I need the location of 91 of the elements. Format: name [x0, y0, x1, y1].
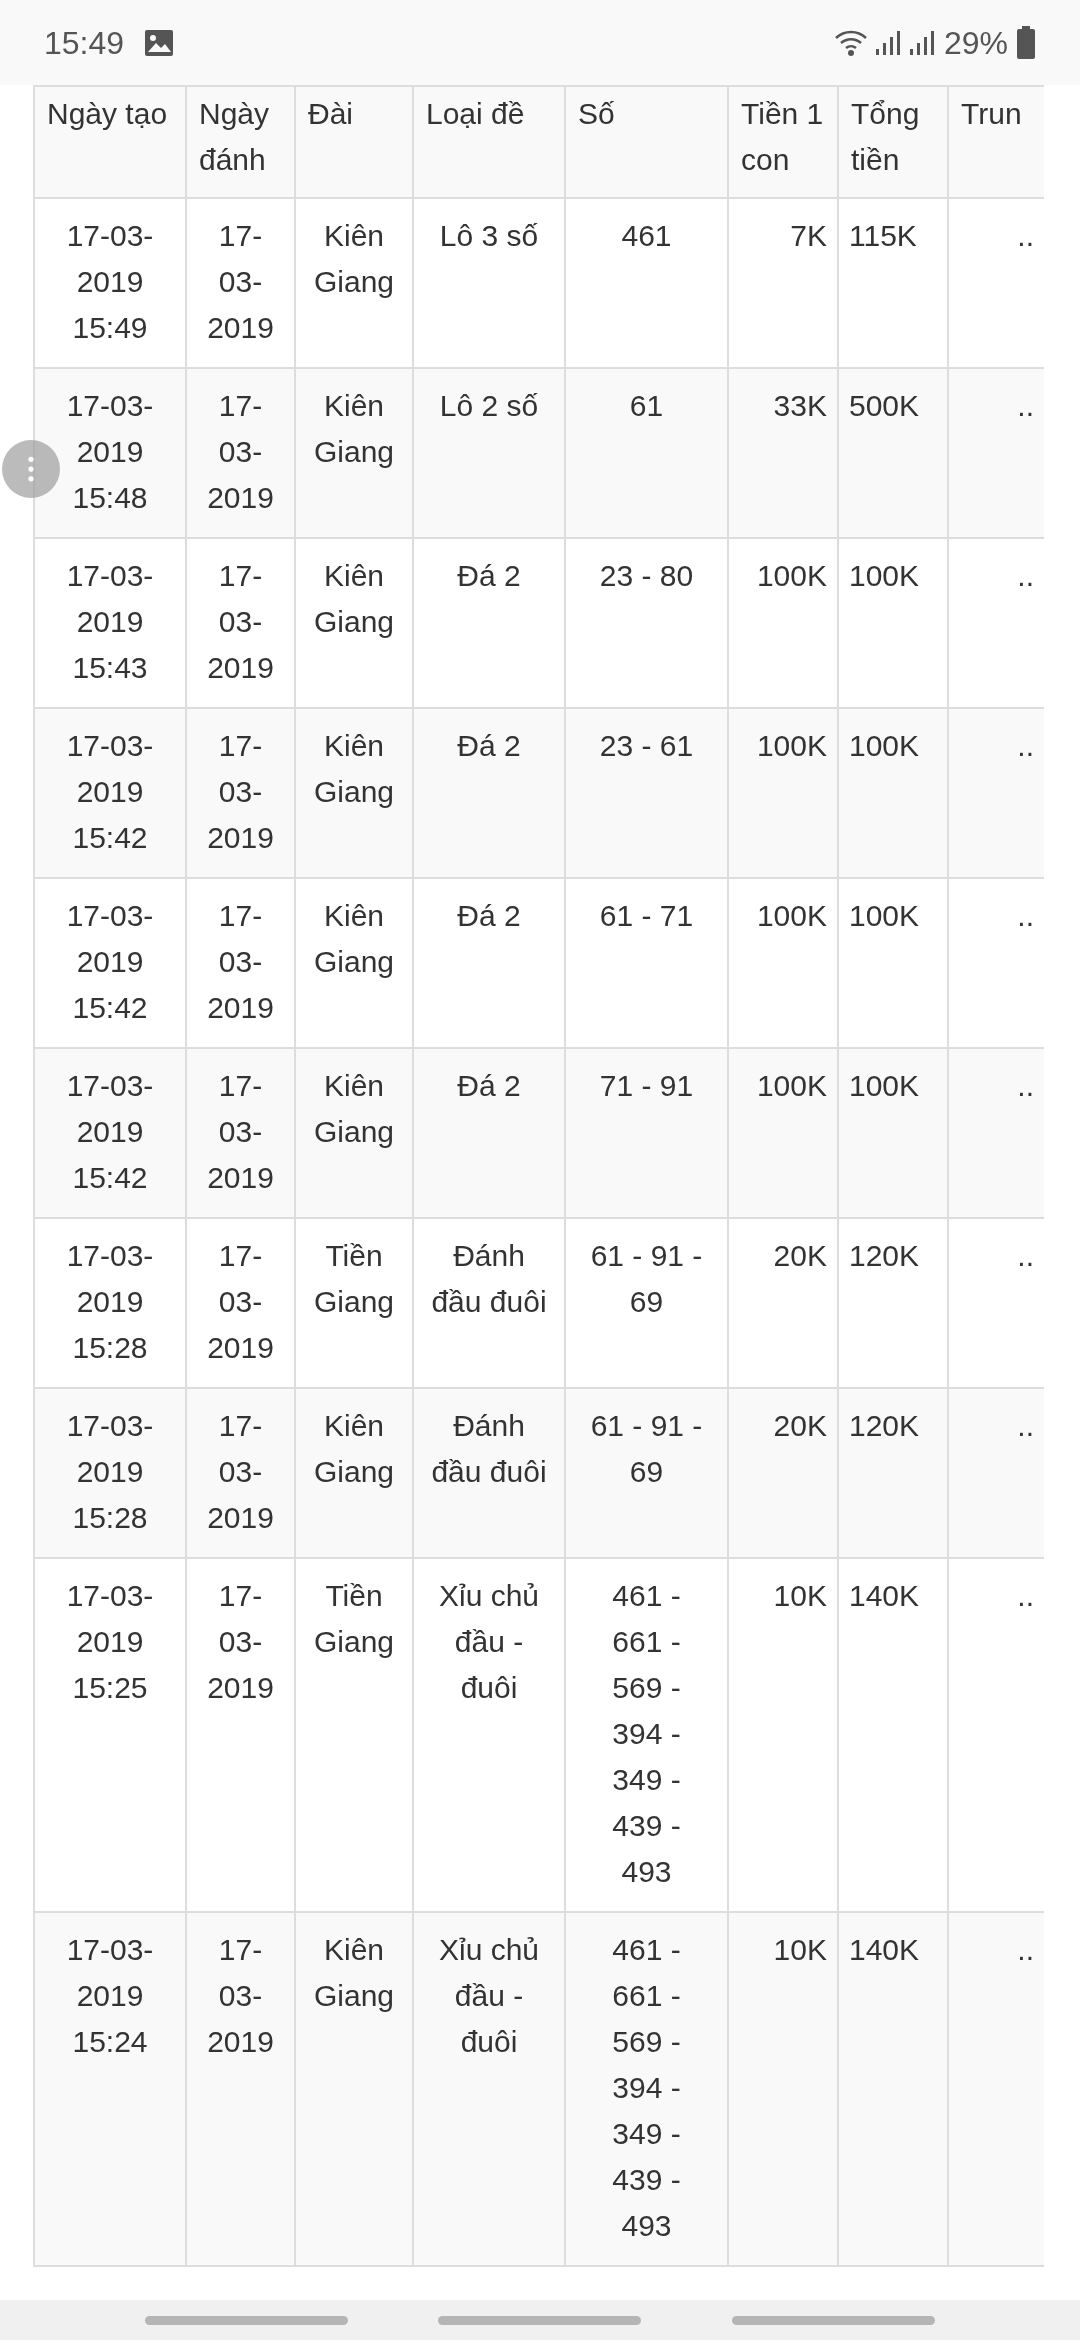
image-icon — [144, 28, 175, 57]
table-cell-text: 17-03-2019 15:28 — [65, 1408, 155, 1536]
table-cell-text: 61 - 71 — [598, 898, 695, 934]
table-cell-text: .. — [1016, 1408, 1034, 1444]
column-header: Ngày tạo — [34, 86, 186, 198]
table-cell-text: 17-03-2019 — [206, 1578, 275, 1706]
table-cell-text: 7K — [789, 218, 827, 254]
table-cell-text: .. — [1016, 1578, 1034, 1614]
table-cell-text: 100K — [849, 1068, 921, 1104]
table-cell-text: Đá 2 — [456, 1068, 522, 1104]
table-cell-text: 140K — [849, 1578, 921, 1614]
status-time: 15:49 — [44, 23, 125, 63]
table-cell-text: 17-03-2019 15:42 — [65, 898, 155, 1026]
table-cell-text: 61 - 91 - 69 — [589, 1238, 704, 1320]
table-cell-text: 140K — [849, 1932, 921, 1968]
table-cell-text: 115K — [849, 218, 918, 254]
table-cell-text: .. — [1016, 388, 1034, 424]
battery-percent: 29% — [943, 23, 1008, 63]
table-cell-text: Kiên Giang — [312, 1068, 396, 1150]
nav-handle[interactable] — [145, 2315, 349, 2325]
table-cell-text: 17-03-2019 — [206, 898, 275, 1026]
table-cell-text: 17-03-2019 15:42 — [65, 728, 155, 856]
table-cell-text: .. — [1016, 728, 1034, 764]
table-cell-text: Kiên Giang — [312, 558, 396, 640]
table-cell-text: 20K — [772, 1408, 827, 1444]
table-cell-text: 17-03-2019 15:43 — [65, 558, 155, 686]
table-cell-text: 17-03-2019 — [206, 1932, 275, 2060]
table-cell-text: 500K — [849, 388, 921, 424]
table-cell-text: Đánh đầu đuôi — [430, 1238, 548, 1320]
table-cell-text: Kiên Giang — [312, 1408, 396, 1490]
table-cell-text: Lô 3 số — [438, 218, 540, 254]
table-cell-text: Kiên Giang — [312, 1932, 396, 2014]
table-cell-text: 61 - 91 - 69 — [589, 1408, 704, 1490]
table-cell-text: Đá 2 — [456, 898, 522, 934]
table-cell-text: Đá 2 — [456, 558, 522, 594]
table-cell-text: .. — [1016, 1238, 1034, 1274]
table-cell-text: 461 — [620, 218, 673, 254]
table-cell-text: 10K — [772, 1932, 827, 1968]
table-cell-text: 23 - 61 — [598, 728, 695, 764]
table-cell-text: .. — [1016, 558, 1034, 594]
table-cell-text: Kiên Giang — [312, 218, 396, 300]
table-cell-text: Kiên Giang — [312, 728, 396, 810]
table-cell-text: 71 - 91 — [598, 1068, 695, 1104]
table-cell-text: Đá 2 — [456, 728, 522, 764]
table-cell-text: 17-03-2019 — [206, 388, 275, 516]
table-cell-text: .. — [1016, 898, 1034, 934]
table-cell-text: Kiên Giang — [312, 388, 396, 470]
table-cell-text: 120K — [849, 1408, 921, 1444]
signal-icon — [907, 28, 936, 57]
more-icon — [28, 456, 34, 482]
table-cell-text: 33K — [772, 388, 827, 424]
table-cell-text: 17-03-2019 — [206, 1068, 275, 1196]
table-cell-text: 17-03-2019 15:42 — [65, 1068, 155, 1196]
table-cell-text: 17-03-2019 — [206, 558, 275, 686]
table-cell-text: 10K — [772, 1578, 827, 1614]
table-cell-text: 461 - 661 - 569 - 394 - 349 - 439 - 493 — [611, 1578, 682, 1890]
table-cell-text: Kiên Giang — [312, 898, 396, 980]
table-cell-text: Lô 2 số — [438, 388, 540, 424]
table-cell-text: 461 - 661 - 569 - 394 - 349 - 439 - 493 — [611, 1932, 682, 2244]
table-cell-text: Tiền Giang — [312, 1578, 396, 1660]
table-cell-text: 17-03-2019 15:28 — [65, 1238, 155, 1366]
table-cell-text: 100K — [849, 898, 921, 934]
table-cell-text: 17-03-2019 — [206, 1238, 275, 1366]
table-cell-text: 100K — [755, 898, 827, 934]
battery-icon — [1016, 25, 1036, 60]
table-cell-text: 100K — [849, 558, 921, 594]
table-cell-text: 17-03-2019 15:25 — [65, 1578, 155, 1706]
table-cell-text: 61 — [628, 388, 665, 424]
table-cell-text: 17-03-2019 15:24 — [65, 1932, 155, 2060]
table-cell-text: 120K — [849, 1238, 921, 1274]
signal-icon — [873, 28, 902, 57]
table-cell-text: 100K — [755, 728, 827, 764]
table-cell-text: 23 - 80 — [598, 558, 695, 594]
table-cell-text: .. — [1016, 1068, 1034, 1104]
table-cell-text: Tiền Giang — [312, 1238, 396, 1320]
table-cell-text: Xỉu chủ đầu - đuôi — [437, 1578, 541, 1706]
table-cell-text: .. — [1016, 1932, 1034, 1968]
table-cell-text: Đánh đầu đuôi — [430, 1408, 548, 1490]
nav-handle[interactable] — [438, 2315, 642, 2325]
table-cell-text: 100K — [849, 728, 921, 764]
table-cell-text: 17-03-2019 — [206, 728, 275, 856]
table-cell-text: 20K — [772, 1238, 827, 1274]
table-cell-text: 17-03-2019 — [206, 218, 275, 346]
table-cell-text: Xỉu chủ đầu - đuôi — [437, 1932, 541, 2060]
table-cell-text: .. — [1016, 218, 1034, 254]
table-cell-text: 17-03-2019 15:49 — [65, 218, 155, 346]
table-cell-text: 100K — [755, 1068, 827, 1104]
table-cell-text: 17-03-2019 — [206, 1408, 275, 1536]
table-cell-text: 17-03-2019 15:48 — [65, 388, 155, 516]
table-cell-text: 100K — [755, 558, 827, 594]
nav-handle[interactable] — [731, 2315, 935, 2325]
